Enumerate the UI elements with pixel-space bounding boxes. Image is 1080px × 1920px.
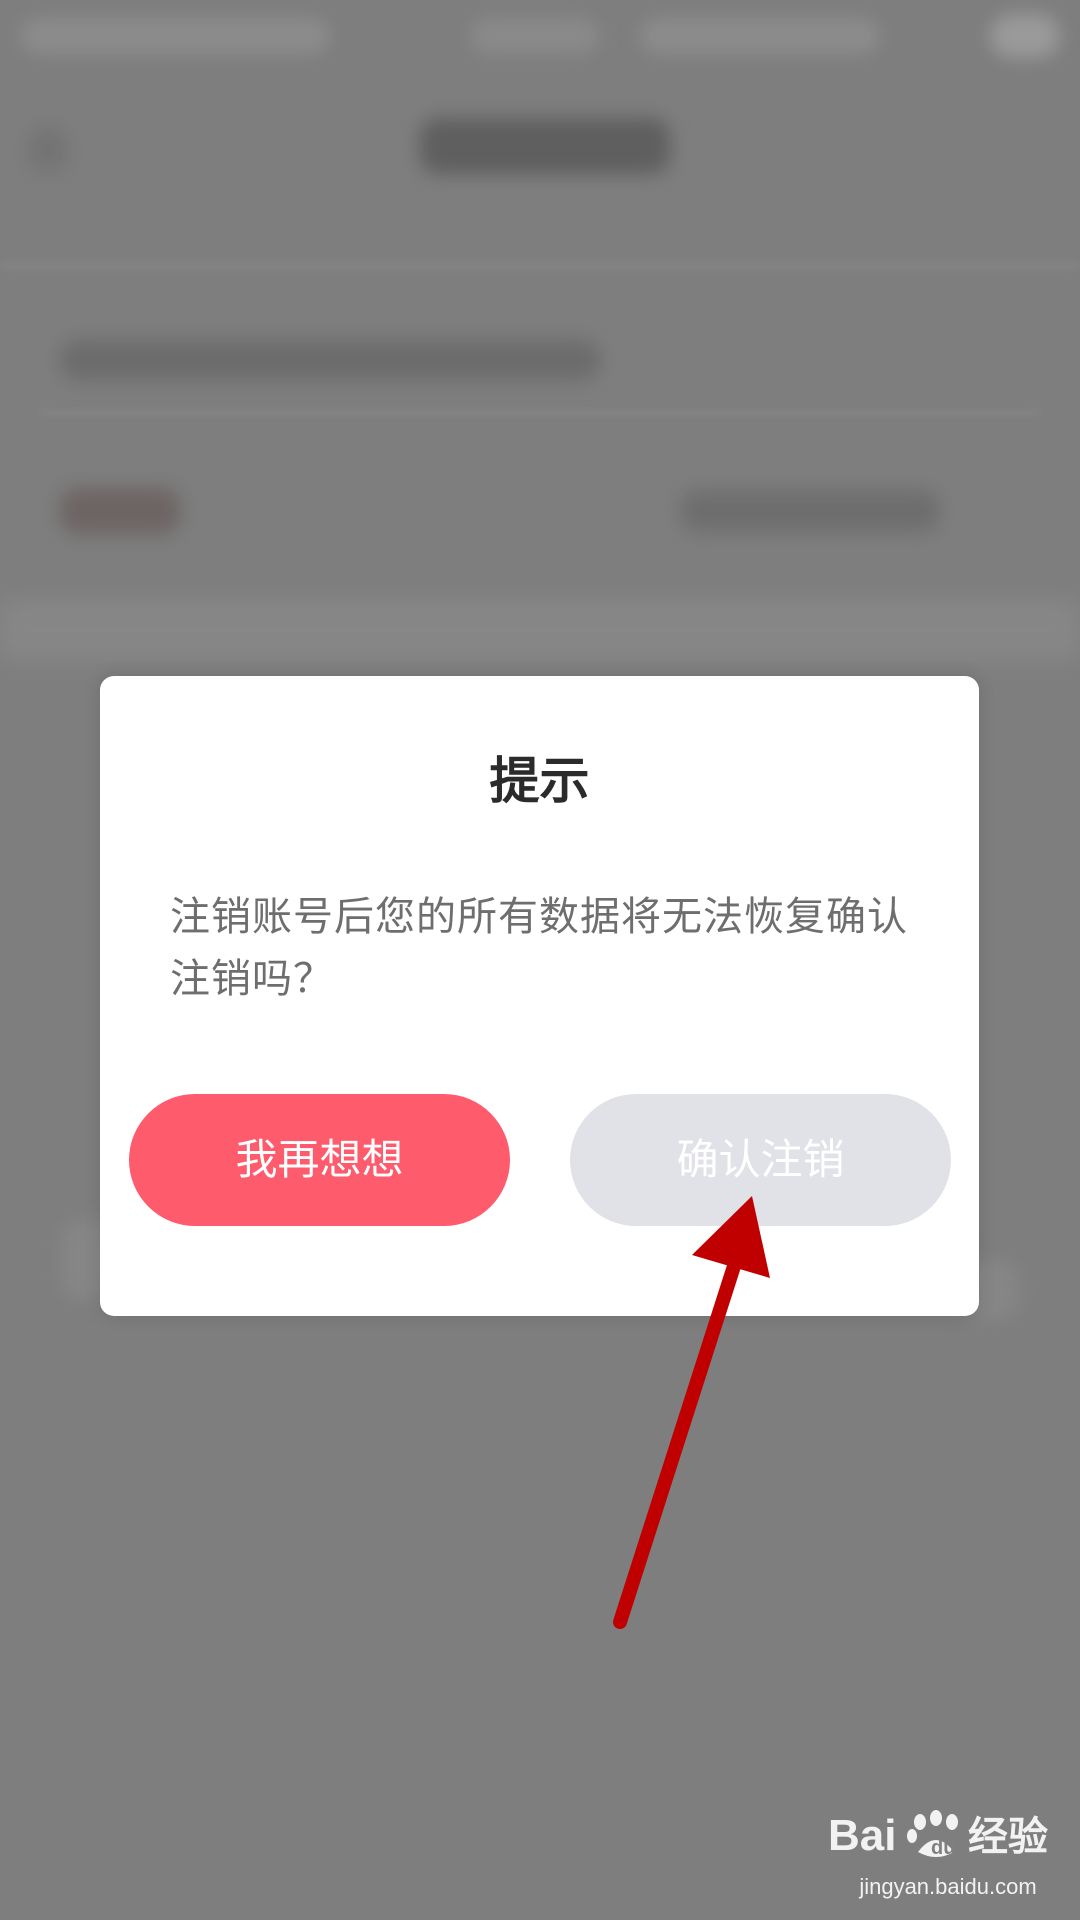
confirm-deactivation-dialog: 提示 注销账号后您的所有数据将无法恢复确认注销吗？ 我再想想 确认注销 bbox=[100, 676, 979, 1316]
blurred-page-title bbox=[420, 118, 670, 174]
blurred-status-bar-right bbox=[640, 18, 880, 54]
blurred-status-bar-left bbox=[20, 18, 330, 54]
svg-text:经验: 经验 bbox=[968, 1814, 1048, 1860]
dialog-message: 注销账号后您的所有数据将无法恢复确认注销吗？ bbox=[170, 894, 908, 1002]
blurred-band bbox=[0, 600, 1080, 660]
blurred-status-icon bbox=[990, 14, 1060, 58]
blurred-status-bar-middle bbox=[470, 18, 600, 54]
svg-text:du: du bbox=[931, 1837, 955, 1859]
blurred-divider bbox=[40, 410, 1040, 416]
blurred-back-icon bbox=[28, 128, 68, 172]
dialog-title: 提示 bbox=[489, 752, 590, 810]
blurred-text-line bbox=[60, 340, 600, 380]
blurred-divider bbox=[0, 262, 1080, 270]
blurred-row-value bbox=[680, 490, 940, 532]
svg-text:Bai: Bai bbox=[828, 1811, 896, 1860]
confirm-deactivate-button[interactable]: 确认注销 bbox=[570, 1094, 951, 1226]
baidu-jingyan-watermark: Bai du 经验 jingyan.baidu.com bbox=[828, 1800, 1068, 1900]
watermark-url: jingyan.baidu.com bbox=[859, 1874, 1037, 1899]
baidu-logo-icon: Bai du 经验 bbox=[828, 1810, 1048, 1860]
reconsider-button[interactable]: 我再想想 bbox=[129, 1094, 510, 1226]
blurred-row-label bbox=[60, 488, 180, 534]
